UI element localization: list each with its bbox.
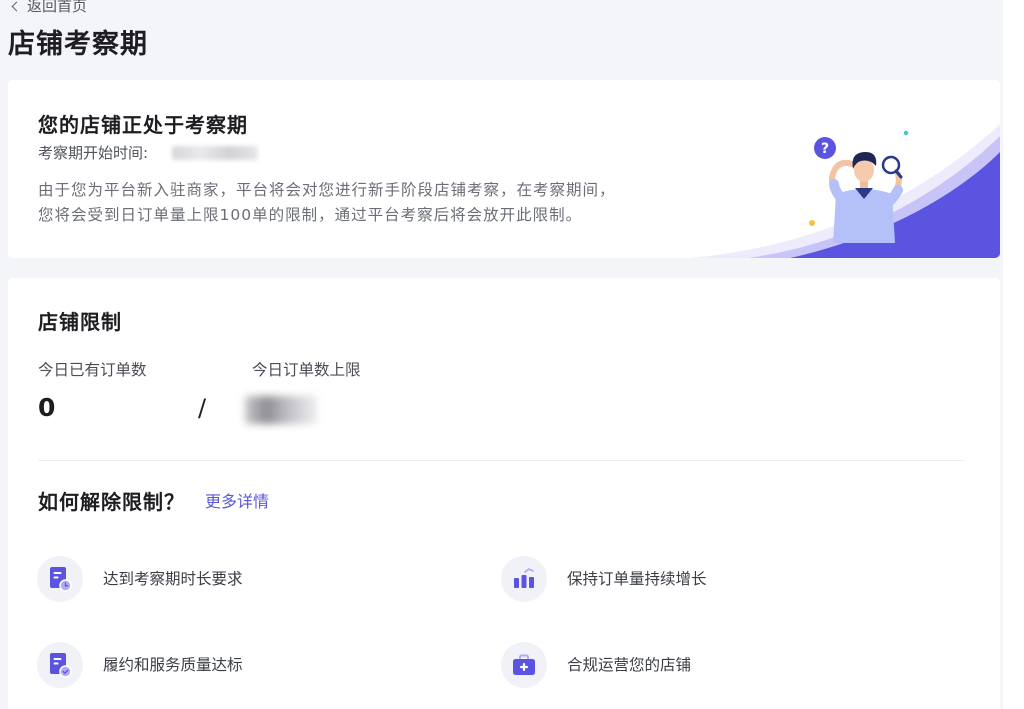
requirement-item: 达到考察期时长要求: [37, 556, 243, 602]
daily-limit-label: 今日订单数上限: [252, 361, 361, 379]
person-with-magnifier-illustration: ?: [690, 124, 1000, 258]
doc-line: [53, 658, 62, 660]
stat-separator: /: [198, 394, 207, 422]
person: [828, 151, 903, 243]
store-limits-card: 店铺限制 今日已有订单数 今日订单数上限 0 / 如何解除限制？ 更多详情 达到…: [8, 278, 1000, 709]
unlock-header: 如何解除限制？ 更多详情: [38, 489, 269, 515]
chart-bar: [514, 578, 519, 588]
doc-line: [53, 572, 62, 574]
requirement-label: 达到考察期时长要求: [103, 570, 243, 588]
requirement-item: 履约和服务质量达标: [37, 642, 243, 688]
person-right-sleeve: [884, 185, 903, 207]
plus-horizontal: [520, 665, 528, 669]
requirement-label: 履约和服务质量达标: [103, 656, 243, 674]
more-details-link[interactable]: 更多详情: [205, 489, 269, 515]
doc-line: [53, 662, 59, 665]
back-link-label: 返回首页: [27, 0, 88, 15]
yellow-dot: [809, 220, 815, 226]
section-divider: [38, 460, 965, 461]
document-check-icon-graphic: [50, 653, 72, 678]
notice-heading: 您的店铺正处于考察期: [38, 113, 248, 137]
question-badge-glyph: ?: [821, 141, 829, 157]
requirement-item: 保持订单量持续增长: [501, 556, 707, 602]
document-clock-icon-graphic: [50, 567, 72, 592]
requirement-item: 合规运营您的店铺: [501, 642, 691, 688]
probation-notice-card: 您的店铺正处于考察期 考察期开始时间: 由于您为平台新入驻商家，平台将会对您进行…: [8, 80, 1000, 258]
teal-dot: [903, 130, 909, 136]
chart-bar: [529, 577, 534, 588]
question-badge: ?: [814, 137, 836, 159]
requirement-label: 合规运营您的店铺: [567, 656, 692, 674]
notice-description-line: 您将会受到日订单量上限100单的限制，通过平台考察后将会放开此限制。: [38, 206, 583, 224]
briefcase-handle: [519, 654, 529, 659]
bar-chart-icon-graphic: [514, 567, 534, 588]
today-orders-label: 今日已有订单数: [38, 361, 147, 379]
chart-bar: [521, 575, 527, 588]
trend-arrow: [524, 567, 534, 573]
requirement-label: 保持订单量持续增长: [567, 570, 707, 588]
start-time-label: 考察期开始时间:: [38, 144, 149, 162]
chevron-left-icon: [11, 1, 22, 11]
daily-limit-value-redacted: [245, 396, 317, 424]
briefcase-plus-icon-graphic: [513, 654, 535, 675]
document-check-icon: [37, 642, 83, 688]
page: 返回首页 店铺考察期 您的店铺正处于考察期 考察期开始时间: 由于您为平台新入驻…: [0, 0, 1003, 709]
notice-description-line: 由于您为平台新入驻商家，平台将会对您进行新手阶段店铺考察，在考察期间，: [38, 181, 616, 199]
briefcase-plus-icon: [501, 642, 547, 688]
check-badge: [59, 665, 72, 678]
document-clock-icon: [37, 556, 83, 602]
bar-chart-icon: [501, 556, 547, 602]
unlock-heading: 如何解除限制？: [38, 490, 185, 514]
page-title: 店铺考察期: [8, 29, 148, 60]
limits-heading: 店铺限制: [38, 310, 122, 334]
doc-line: [53, 576, 59, 579]
notice-description: 由于您为平台新入驻商家，平台将会对您进行新手阶段店铺考察，在考察期间， 您将会受…: [38, 178, 616, 228]
back-to-home-link[interactable]: 返回首页: [10, 0, 87, 16]
today-orders-value: 0: [38, 393, 56, 422]
start-time-value-redacted: [172, 146, 258, 160]
